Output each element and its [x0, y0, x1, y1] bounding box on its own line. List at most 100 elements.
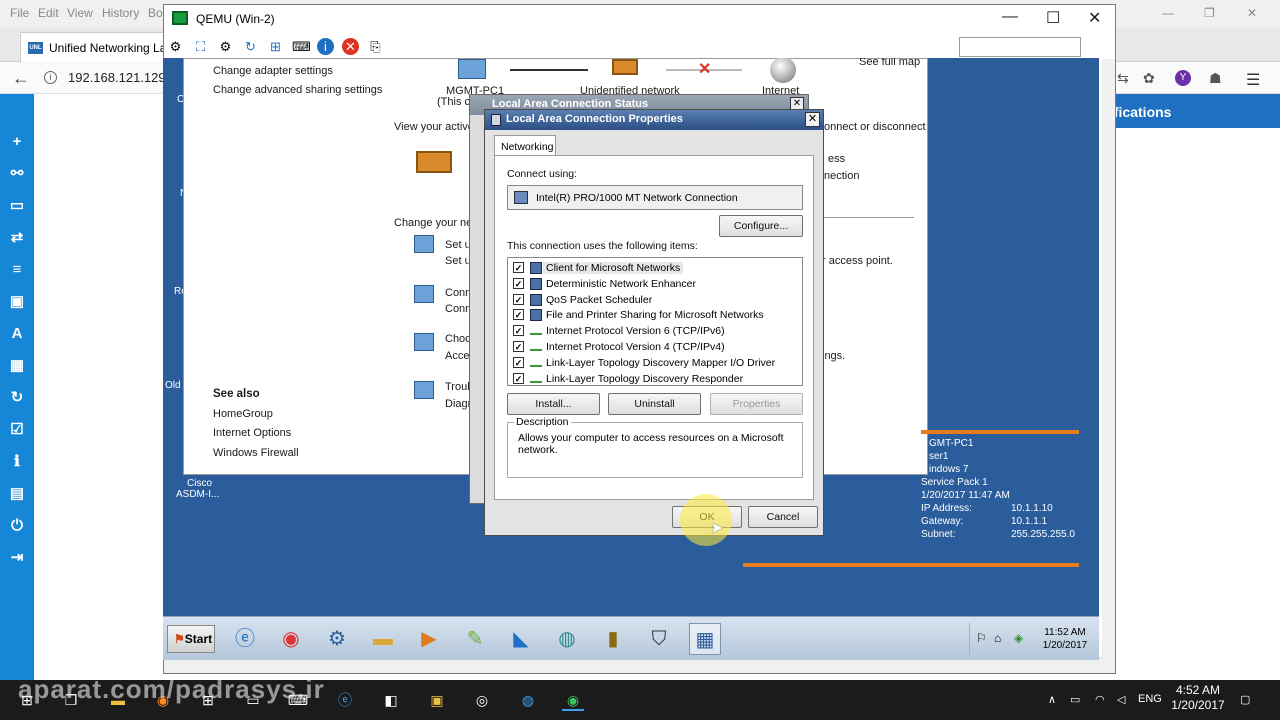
extension-puzzle-icon[interactable]: ✿ [1143, 70, 1155, 87]
app-icon-3[interactable]: ◎ [471, 689, 493, 711]
host-minimize-icon[interactable]: — [1162, 6, 1174, 20]
setup-link-1[interactable]: Set u [445, 239, 471, 251]
tab-networking[interactable]: Networking [494, 135, 556, 156]
component-item[interactable]: ✓ Client for Microsoft Networks [508, 260, 802, 276]
link-windows-firewall[interactable]: Windows Firewall [213, 447, 299, 459]
action-center-icon[interactable]: ▢ [1240, 693, 1250, 706]
connect-disconnect-link[interactable]: onnect or disconnect [824, 121, 926, 133]
qemu-vertical-scrollbar[interactable] [1102, 59, 1115, 673]
component-item[interactable]: ✓ Internet Protocol Version 4 (TCP/IPv4) [508, 339, 802, 355]
security-app-icon[interactable]: ⛉ [643, 623, 675, 655]
text-icon[interactable]: A [8, 325, 26, 343]
menu-history[interactable]: History [102, 6, 139, 20]
link-homegroup[interactable]: HomeGroup [213, 408, 273, 420]
keyboard-icon[interactable]: ⌨ [292, 38, 311, 55]
yahoo-extension-icon[interactable]: Y [1175, 70, 1191, 86]
ie-icon[interactable]: ⓔ [229, 623, 261, 655]
lock-app-icon[interactable]: ▮ [597, 623, 629, 655]
host-close-icon[interactable]: ✕ [1247, 6, 1257, 20]
cable-tool-icon[interactable]: ✎ [459, 623, 491, 655]
component-item[interactable]: ✓ Link-Layer Topology Discovery Responder [508, 371, 802, 385]
component-checkbox[interactable]: ✓ [513, 277, 524, 289]
media-player-icon[interactable]: ▶ [413, 623, 445, 655]
tray-network-icon[interactable]: ⌂ [994, 631, 1001, 645]
check-icon[interactable]: ☑ [8, 421, 26, 439]
edge-icon[interactable]: ⓔ [334, 689, 356, 711]
fullscreen-icon[interactable]: ⛶ [192, 38, 209, 55]
logout-icon[interactable]: ⇥ [8, 549, 26, 567]
app-icon-4[interactable]: ◍ [517, 689, 539, 711]
network-tool-icon[interactable]: ⚙ [167, 38, 184, 55]
asdm-label-1[interactable]: Cisco [187, 478, 212, 489]
network-app-icon[interactable]: ⚙ [321, 623, 353, 655]
link-change-adapter[interactable]: Change adapter settings [213, 65, 333, 77]
tray-language[interactable]: ENG [1138, 693, 1162, 705]
cancel-button[interactable]: Cancel [748, 506, 818, 528]
menu-view[interactable]: View [67, 6, 93, 20]
configure-button[interactable]: Configure... [719, 215, 803, 237]
link-icon[interactable]: ⚯ [8, 165, 26, 183]
power-icon[interactable]: ⏻ [8, 517, 26, 535]
info-icon[interactable]: ℹ [8, 453, 26, 471]
site-info-icon[interactable]: i [44, 71, 57, 84]
properties-close-icon[interactable]: ✕ [805, 112, 820, 127]
info-circle-icon[interactable]: i [317, 38, 334, 55]
menu-edit[interactable]: Edit [38, 6, 59, 20]
component-checkbox[interactable]: ✓ [513, 325, 524, 337]
app-icon-1[interactable]: ◧ [380, 689, 402, 711]
host-clock[interactable]: 4:52 AM 1/20/2017 [1163, 683, 1233, 713]
link-advanced-sharing[interactable]: Change advanced sharing settings [213, 84, 382, 96]
guest-clock[interactable]: 11:52 AM 1/20/2017 [1036, 626, 1094, 652]
qemu-close-icon[interactable]: ✕ [1088, 8, 1101, 28]
menu-file[interactable]: File [10, 6, 29, 20]
app-icon-2[interactable]: ▣ [426, 689, 448, 711]
folder-icon[interactable]: ▬ [367, 623, 399, 655]
tray-up-icon[interactable]: ∧ [1048, 693, 1056, 706]
component-checkbox[interactable]: ✓ [513, 372, 524, 384]
component-item[interactable]: ✓ Link-Layer Topology Discovery Mapper I/… [508, 355, 802, 371]
item-properties-button[interactable]: Properties [710, 393, 803, 415]
choose-link[interactable]: Choo [445, 333, 471, 345]
component-item[interactable]: ✓ QoS Packet Scheduler [508, 292, 802, 308]
tray-shield-icon[interactable]: ◈ [1014, 631, 1023, 645]
wireshark-icon[interactable]: ◣ [505, 623, 537, 655]
reload-icon[interactable]: ↻ [242, 38, 259, 55]
globe-app-icon[interactable]: ◍ [551, 623, 583, 655]
picture-icon[interactable]: ▣ [8, 293, 26, 311]
menu-bookmarks[interactable]: Bo [148, 6, 163, 20]
host-restore-icon[interactable]: ❐ [1204, 6, 1215, 20]
link-see-full-map[interactable]: See full map [859, 58, 920, 68]
windows-icon[interactable]: ⊞ [267, 38, 284, 55]
list-icon[interactable]: ≡ [8, 261, 26, 279]
asdm-label-2[interactable]: ASDM-I... [176, 489, 219, 500]
node-icon[interactable]: ▭ [8, 197, 26, 215]
disconnect-icon[interactable]: ✕ [342, 38, 359, 55]
back-arrow-icon[interactable]: ← [12, 68, 30, 89]
qemu-search-input[interactable] [959, 37, 1081, 57]
url-bar[interactable]: 192.168.121.129 [68, 70, 166, 85]
chrome-icon[interactable]: ◉ [275, 623, 307, 655]
extension-bug-icon[interactable]: ☗ [1209, 70, 1222, 87]
qemu-maximize-icon[interactable]: ☐ [1046, 8, 1060, 28]
settings-icon[interactable]: ⚙ [217, 38, 234, 55]
component-checkbox[interactable]: ✓ [513, 262, 524, 273]
component-checkbox[interactable]: ✓ [513, 356, 524, 368]
uninstall-button[interactable]: Uninstall [608, 393, 701, 415]
tray-flag-icon[interactable]: ⚐ [976, 631, 987, 645]
document-icon[interactable]: ▤ [8, 485, 26, 503]
install-button[interactable]: Install... [507, 393, 600, 415]
refresh-icon[interactable]: ↻ [8, 389, 26, 407]
qemu-minimize-icon[interactable]: — [1002, 8, 1018, 26]
control-panel-icon[interactable]: ▦ [689, 623, 721, 655]
tray-volume-icon[interactable]: ◁ [1117, 693, 1125, 706]
tab-unl[interactable]: UNL Unified Networking Lab [20, 32, 164, 62]
component-item[interactable]: ✓ File and Printer Sharing for Microsoft … [508, 307, 802, 323]
component-checkbox[interactable]: ✓ [513, 309, 524, 321]
component-item[interactable]: ✓ Deterministic Network Enhancer [508, 276, 802, 292]
components-list[interactable]: ✓ Client for Microsoft Networks ✓ Determini… [507, 257, 803, 386]
component-checkbox[interactable]: ✓ [513, 293, 524, 305]
link-internet-options[interactable]: Internet Options [213, 427, 291, 439]
qemu-task-icon[interactable]: ◉ [562, 689, 584, 711]
grid-icon[interactable]: ▦ [8, 357, 26, 375]
tray-battery-icon[interactable]: ▭ [1070, 693, 1080, 706]
